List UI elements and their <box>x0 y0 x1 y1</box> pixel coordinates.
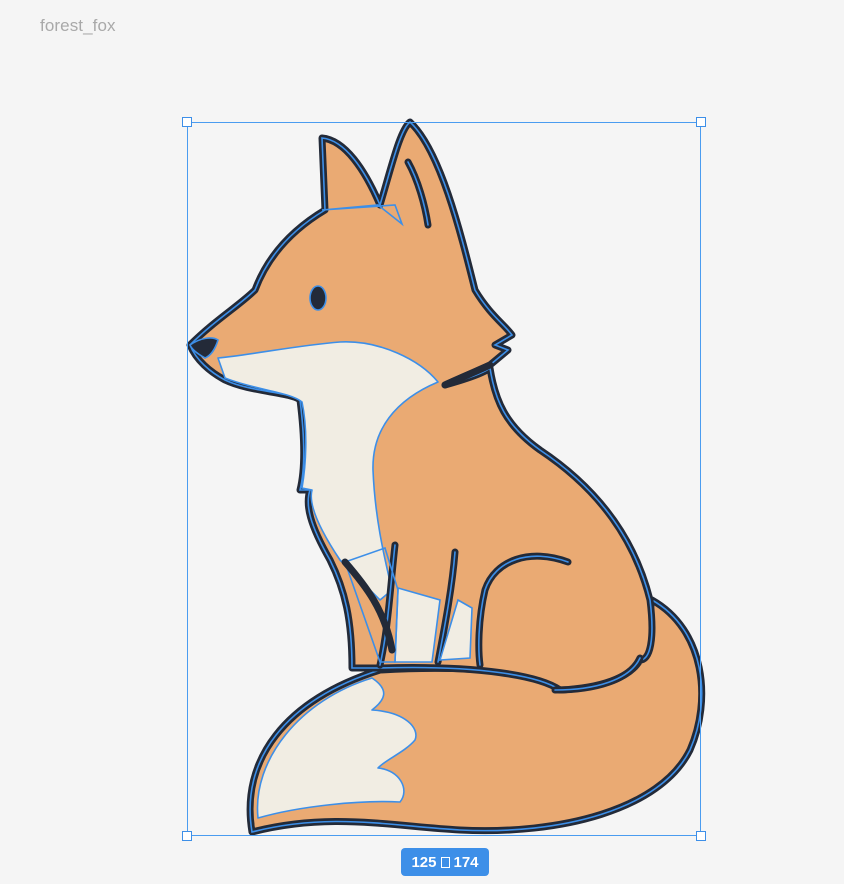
selection-width: 125 <box>411 853 437 871</box>
design-canvas[interactable]: forest_fox 125 174 <box>0 0 844 884</box>
resize-handle-bottom-right[interactable] <box>696 831 706 841</box>
selection-height: 174 <box>453 853 479 871</box>
fox-eye <box>309 285 327 311</box>
fox-illustration[interactable] <box>0 0 844 884</box>
resize-handle-bottom-left[interactable] <box>182 831 192 841</box>
selection-size-badge: 125 174 <box>401 848 489 876</box>
resize-handle-top-right[interactable] <box>696 117 706 127</box>
dimension-separator-icon <box>440 856 450 868</box>
resize-handle-top-left[interactable] <box>182 117 192 127</box>
